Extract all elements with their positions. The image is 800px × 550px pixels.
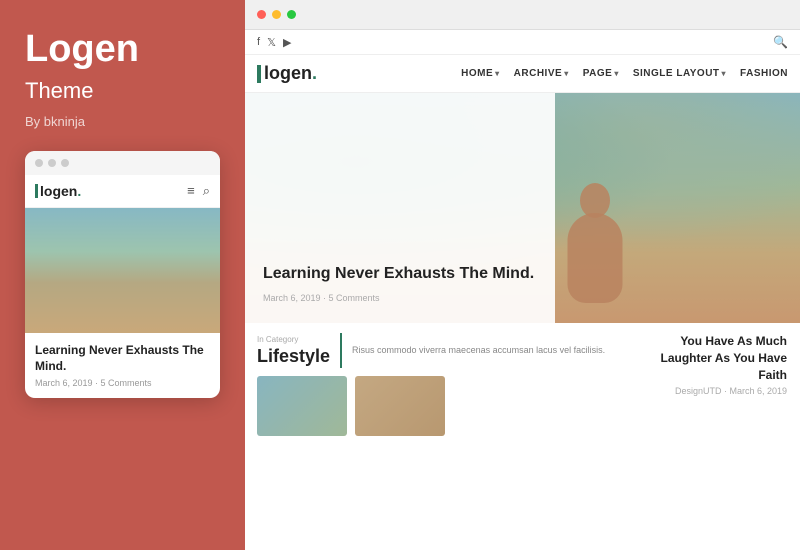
hamburger-icon[interactable]: ≡ [187, 183, 195, 199]
right-post-title[interactable]: You Have As Much Laughter As You Have Fa… [633, 333, 792, 383]
website-content: f 𝕏 ▶ 🔍 logen. HOME ▾ ARCHIVE ▾ PAGE ▾ S… [245, 30, 800, 550]
mobile-chrome-dots [25, 151, 220, 175]
category-label: In Category [257, 335, 330, 344]
mobile-post-title: Learning Never Exhausts The Mind. [35, 343, 210, 374]
left-panel: Logen Theme By bkninja logen. ≡ ⌕ [0, 0, 245, 550]
site-main: Learning Never Exhausts The Mind. March … [245, 93, 800, 550]
social-icons: f 𝕏 ▶ [257, 36, 291, 49]
hero-overlay: Learning Never Exhausts The Mind. March … [245, 93, 555, 323]
category-info: In Category Lifestyle [257, 335, 330, 367]
site-logo-text: logen [264, 63, 312, 84]
mobile-post-content: Learning Never Exhausts The Mind. March … [25, 333, 220, 398]
right-panel: f 𝕏 ▶ 🔍 logen. HOME ▾ ARCHIVE ▾ PAGE ▾ S… [245, 0, 800, 550]
browser-dot-yellow [272, 10, 281, 19]
twitter-icon[interactable]: 𝕏 [267, 36, 276, 49]
mobile-dot-2 [48, 159, 56, 167]
hero-person [550, 163, 640, 323]
category-desc: Risus commodo viverra maecenas accumsan … [352, 344, 605, 358]
hero-post-meta: March 6, 2019 · 5 Comments [263, 293, 537, 303]
mobile-nav: logen. ≡ ⌕ [25, 175, 220, 208]
small-post-thumb-1[interactable] [257, 376, 347, 436]
nav-archive[interactable]: ARCHIVE ▾ [514, 68, 569, 79]
nav-single-layout[interactable]: SINGLE LAYOUT ▾ [633, 68, 726, 79]
below-left: In Category Lifestyle Risus commodo vive… [245, 323, 625, 550]
mobile-nav-icons[interactable]: ≡ ⌕ [187, 183, 210, 199]
site-header: logen. HOME ▾ ARCHIVE ▾ PAGE ▾ SINGLE LA… [245, 55, 800, 93]
mobile-dot-3 [61, 159, 69, 167]
hero-post-title[interactable]: Learning Never Exhausts The Mind. [263, 264, 537, 285]
category-name[interactable]: Lifestyle [257, 346, 330, 366]
browser-dot-red [257, 10, 266, 19]
nav-fashion[interactable]: FASHION [740, 68, 788, 79]
hero-person-body [568, 213, 623, 303]
search-icon[interactable]: ⌕ [203, 183, 210, 199]
mobile-hero-image [25, 208, 220, 333]
right-post-meta: DesignUTD · March 6, 2019 [633, 386, 792, 396]
small-post-thumb-2[interactable] [355, 376, 445, 436]
browser-chrome [245, 0, 800, 30]
search-icon-top[interactable]: 🔍 [773, 35, 788, 49]
nav-home[interactable]: HOME ▾ [461, 68, 500, 79]
site-topbar: f 𝕏 ▶ 🔍 [245, 30, 800, 55]
below-right: You Have As Much Laughter As You Have Fa… [625, 323, 800, 550]
brand-by: By bkninja [25, 114, 85, 129]
mobile-logo-bar [35, 184, 38, 198]
small-posts-row [257, 376, 613, 436]
nav-page[interactable]: PAGE ▾ [583, 68, 619, 79]
mobile-logo: logen. [35, 183, 81, 199]
youtube-icon[interactable]: ▶ [283, 36, 291, 49]
mobile-hero-scene [25, 208, 220, 333]
site-logo-bar [257, 65, 261, 83]
mobile-logo-dot: . [77, 183, 81, 199]
brand-title: Logen Theme [25, 30, 139, 106]
site-logo-dot: . [312, 63, 317, 84]
mobile-dot-1 [35, 159, 43, 167]
site-nav: HOME ▾ ARCHIVE ▾ PAGE ▾ SINGLE LAYOUT ▾ … [461, 68, 788, 79]
category-divider [340, 333, 342, 368]
below-hero: In Category Lifestyle Risus commodo vive… [245, 323, 800, 550]
mobile-post-meta: March 6, 2019 · 5 Comments [35, 378, 210, 388]
category-section: In Category Lifestyle Risus commodo vive… [257, 333, 613, 368]
browser-dot-green [287, 10, 296, 19]
facebook-icon[interactable]: f [257, 36, 260, 48]
mobile-mockup: logen. ≡ ⌕ Learning Never Exhausts The M… [25, 151, 220, 398]
mobile-logo-text: logen [40, 183, 77, 199]
site-logo: logen. [257, 63, 317, 84]
